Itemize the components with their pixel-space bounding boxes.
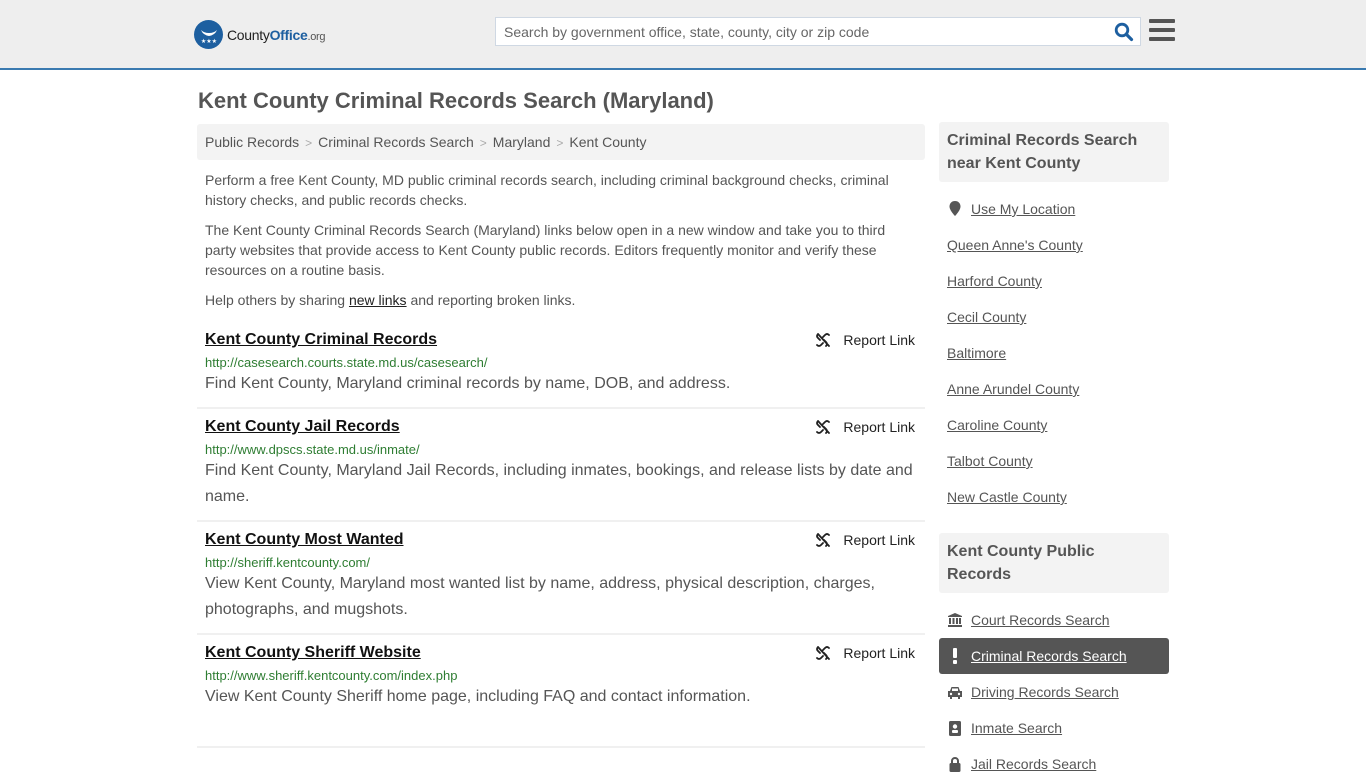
intro-paragraph: The Kent County Criminal Records Search … <box>205 222 886 278</box>
court-records-search-link[interactable]: Court Records Search <box>971 612 1110 628</box>
broken-link-icon <box>816 333 831 347</box>
breadcrumb-kent-county[interactable]: Kent County <box>569 134 646 150</box>
sidebar: Criminal Records Search near Kent County… <box>939 122 1169 782</box>
results-list: Kent County Criminal Records Report Link… <box>197 322 925 748</box>
nearby-link[interactable]: Caroline County <box>947 417 1047 433</box>
public-records-item-court[interactable]: Court Records Search <box>939 602 1169 638</box>
breadcrumb-separator: > <box>556 136 564 150</box>
nearby-item[interactable]: Caroline County <box>939 407 1169 443</box>
exclamation-icon <box>947 648 963 664</box>
broken-link-icon <box>816 533 831 547</box>
use-my-location-link[interactable]: Use My Location <box>971 201 1075 217</box>
nearby-list: Use My Location Queen Anne's County Harf… <box>939 182 1169 515</box>
search-box <box>495 17 1141 46</box>
nearby-link[interactable]: Baltimore <box>947 345 1006 361</box>
public-records-heading: Kent County Public Records <box>939 533 1169 593</box>
breadcrumb: Public Records > Criminal Records Search > M… <box>197 124 925 160</box>
report-link-button[interactable]: Report Link <box>815 645 915 661</box>
nearby-link[interactable]: Queen Anne's County <box>947 237 1083 253</box>
result-title-link[interactable]: Kent County Jail Records <box>205 418 400 436</box>
top-header: ★★★ CountyOffice.org <box>0 0 1366 70</box>
result-url-link[interactable]: http://www.dpscs.state.md.us/inmate/ <box>205 442 917 457</box>
page-title: Kent County Criminal Records Search (Mar… <box>198 88 714 113</box>
result-title-link[interactable]: Kent County Most Wanted <box>205 531 404 549</box>
hamburger-menu-icon[interactable] <box>1149 19 1175 43</box>
id-badge-icon <box>947 720 963 736</box>
inmate-search-link[interactable]: Inmate Search <box>971 720 1062 736</box>
nearby-item[interactable]: Talbot County <box>939 443 1169 479</box>
result-description: Find Kent County, Maryland Jail Records,… <box>205 462 913 505</box>
result-description: Find Kent County, Maryland criminal reco… <box>205 375 731 392</box>
nearby-heading: Criminal Records Search near Kent County <box>939 122 1169 182</box>
result-item: Kent County Most Wanted Report Link http… <box>197 522 925 635</box>
search-icon[interactable] <box>1114 22 1134 42</box>
report-link-button[interactable]: Report Link <box>815 532 915 548</box>
use-my-location-item[interactable]: Use My Location <box>939 191 1169 227</box>
nearby-link[interactable]: Cecil County <box>947 309 1026 325</box>
criminal-records-search-link[interactable]: Criminal Records Search <box>971 648 1127 664</box>
search-input[interactable] <box>496 18 1096 45</box>
jail-records-search-link[interactable]: Jail Records Search <box>971 756 1096 772</box>
result-title-link[interactable]: Kent County Criminal Records <box>205 331 437 349</box>
result-title-link[interactable]: Kent County Sheriff Website <box>205 644 421 662</box>
eagle-logo-icon: ★★★ <box>194 20 223 49</box>
lock-icon <box>947 756 963 772</box>
map-pin-icon <box>947 201 963 217</box>
courthouse-icon <box>947 613 963 627</box>
svg-text:★★★: ★★★ <box>200 38 216 45</box>
public-records-item-inmate[interactable]: Inmate Search <box>939 710 1169 746</box>
nearby-item[interactable]: Queen Anne's County <box>939 227 1169 263</box>
result-description: View Kent County Sheriff home page, incl… <box>205 688 751 705</box>
intro-text: Perform a free Kent County, MD public cr… <box>205 170 917 320</box>
result-item: Kent County Criminal Records Report Link… <box>197 322 925 409</box>
nearby-link[interactable]: Talbot County <box>947 453 1033 469</box>
report-link-button[interactable]: Report Link <box>815 332 915 348</box>
broken-link-icon <box>816 420 831 434</box>
site-logo[interactable]: ★★★ CountyOffice.org <box>194 20 326 49</box>
nearby-item[interactable]: Baltimore <box>939 335 1169 371</box>
result-description: View Kent County, Maryland most wanted l… <box>205 575 875 618</box>
public-records-item-driving[interactable]: Driving Records Search <box>939 674 1169 710</box>
breadcrumb-separator: > <box>305 136 313 150</box>
intro-paragraph: Perform a free Kent County, MD public cr… <box>205 172 889 208</box>
broken-link-icon <box>816 646 831 660</box>
public-records-item-jail[interactable]: Jail Records Search <box>939 746 1169 782</box>
car-icon <box>947 686 963 699</box>
driving-records-search-link[interactable]: Driving Records Search <box>971 684 1119 700</box>
breadcrumb-public-records[interactable]: Public Records <box>205 134 299 150</box>
breadcrumb-separator: > <box>479 136 487 150</box>
site-name: CountyOffice.org <box>227 26 326 43</box>
result-url-link[interactable]: http://www.sheriff.kentcounty.com/index.… <box>205 668 917 683</box>
nearby-item[interactable]: Anne Arundel County <box>939 371 1169 407</box>
report-link-button[interactable]: Report Link <box>815 419 915 435</box>
breadcrumb-criminal-records-search[interactable]: Criminal Records Search <box>318 134 474 150</box>
public-records-item-criminal[interactable]: Criminal Records Search <box>939 638 1169 674</box>
intro-paragraph-share: Help others by sharing new links and rep… <box>205 292 576 308</box>
nearby-item[interactable]: Harford County <box>939 263 1169 299</box>
result-url-link[interactable]: http://sheriff.kentcounty.com/ <box>205 555 917 570</box>
new-links-link[interactable]: new links <box>349 292 407 308</box>
result-item: Kent County Sheriff Website Report Link … <box>197 635 925 748</box>
breadcrumb-maryland[interactable]: Maryland <box>493 134 551 150</box>
nearby-link[interactable]: New Castle County <box>947 489 1067 505</box>
nearby-link[interactable]: Anne Arundel County <box>947 381 1079 397</box>
public-records-list: Court Records Search Criminal Records Se… <box>939 593 1169 782</box>
nearby-link[interactable]: Harford County <box>947 273 1042 289</box>
result-url-link[interactable]: http://casesearch.courts.state.md.us/cas… <box>205 355 917 370</box>
nearby-item[interactable]: Cecil County <box>939 299 1169 335</box>
result-item: Kent County Jail Records Report Link htt… <box>197 409 925 522</box>
nearby-item[interactable]: New Castle County <box>939 479 1169 515</box>
